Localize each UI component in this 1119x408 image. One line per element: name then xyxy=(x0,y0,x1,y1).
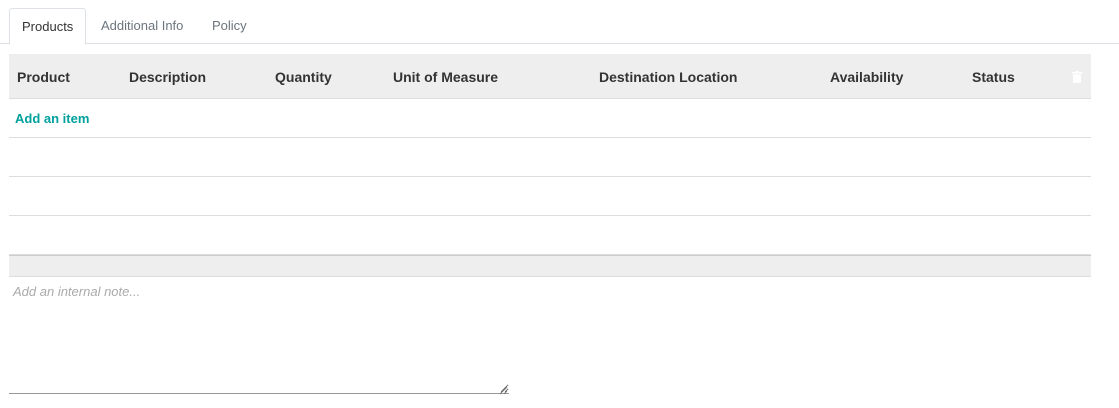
resize-handle-icon[interactable] xyxy=(499,383,508,395)
add-item-link[interactable]: Add an item xyxy=(15,111,89,126)
notebook-tabs: Products Additional Info Policy xyxy=(0,0,1119,45)
table-row-add: Add an item xyxy=(9,99,1091,138)
table-row xyxy=(9,138,1091,177)
tab-additional-info[interactable]: Additional Info xyxy=(89,8,195,44)
table-header: Product Description Quantity Unit of Mea… xyxy=(9,54,1091,99)
trash-icon xyxy=(1072,71,1082,83)
tab-products[interactable]: Products xyxy=(9,8,86,45)
tab-policy[interactable]: Policy xyxy=(200,8,259,44)
products-table: Product Description Quantity Unit of Mea… xyxy=(9,54,1091,277)
column-header-quantity[interactable]: Quantity xyxy=(275,69,332,85)
column-header-status[interactable]: Status xyxy=(972,69,1015,85)
table-row xyxy=(9,216,1091,255)
internal-note-field[interactable] xyxy=(9,278,509,394)
column-header-description[interactable]: Description xyxy=(129,69,206,85)
column-header-availability[interactable]: Availability xyxy=(830,69,903,85)
table-footer xyxy=(9,255,1091,277)
column-header-product[interactable]: Product xyxy=(17,69,70,85)
column-header-destination-location[interactable]: Destination Location xyxy=(599,69,737,85)
table-row xyxy=(9,177,1091,216)
column-header-unit-of-measure[interactable]: Unit of Measure xyxy=(393,69,498,85)
